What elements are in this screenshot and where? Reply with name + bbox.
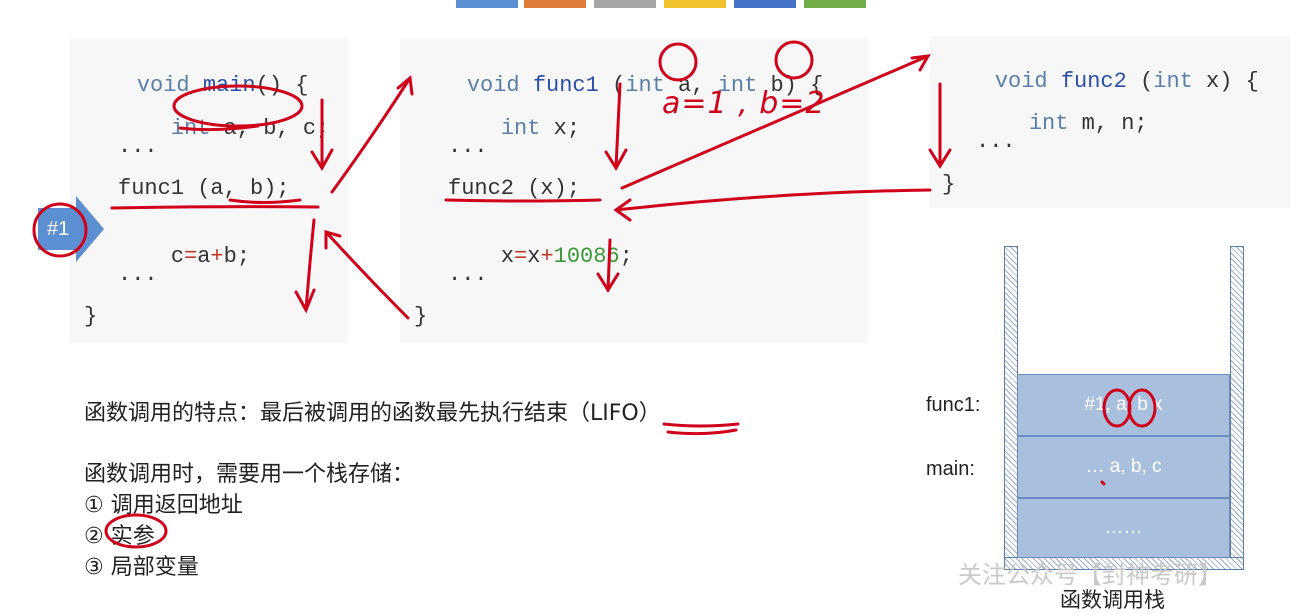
circle-param-b [774, 40, 814, 80]
arrow-main-down-2 [294, 218, 316, 314]
circle-stack-a [1102, 388, 1132, 428]
arrow-return-func1 [613, 188, 932, 222]
circle-param-a [658, 42, 698, 82]
underline-call-line [110, 205, 320, 210]
arrow-main-down-1 [310, 98, 334, 171]
circle-stack-b [1127, 388, 1157, 428]
underline-lifo [662, 422, 740, 436]
circle-abc [172, 84, 304, 128]
underline-func2-call [444, 198, 602, 203]
arrow-return-main [324, 230, 410, 320]
ink-annotations [32, 40, 1157, 549]
ink-dot [1100, 480, 1106, 486]
underline-call-args [228, 198, 302, 204]
arrow-func1-down-2 [596, 238, 620, 293]
arrow-func1-down-1 [604, 82, 628, 171]
arrow-to-func1 [330, 75, 414, 194]
arrow-func2-down [928, 82, 952, 169]
circle-actual-params [104, 513, 168, 549]
circle-marker [32, 202, 88, 258]
